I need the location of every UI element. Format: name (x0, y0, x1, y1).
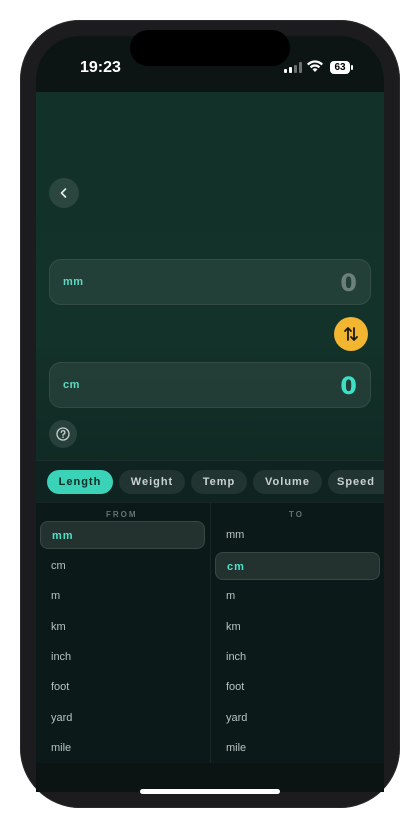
from-item-m[interactable]: m (40, 582, 205, 610)
to-item-mm[interactable]: mm (215, 521, 380, 549)
tab-weight[interactable]: Weight (119, 470, 185, 494)
from-item-cm[interactable]: cm (40, 552, 205, 580)
to-item-cm[interactable]: cm (215, 552, 380, 580)
category-tabs: Length Weight Temp Volume Speed (36, 460, 384, 503)
bottom-safe-area (36, 763, 384, 792)
swap-arrows-icon (344, 327, 358, 341)
to-item-foot[interactable]: foot (215, 673, 380, 701)
from-item-mm[interactable]: mm (40, 521, 205, 549)
cellular-signal-icon (284, 62, 302, 73)
from-item-km[interactable]: km (40, 613, 205, 641)
tab-speed[interactable]: Speed (328, 470, 384, 494)
from-value-field[interactable]: mm 0 (49, 259, 371, 305)
to-column-header: TO (289, 510, 304, 519)
help-button[interactable] (49, 420, 77, 448)
to-item-inch[interactable]: inch (215, 643, 380, 671)
home-indicator[interactable] (140, 789, 280, 794)
to-item-km[interactable]: km (215, 613, 380, 641)
column-divider (210, 503, 211, 764)
chevron-left-icon (60, 188, 67, 198)
to-item-mile[interactable]: mile (215, 734, 380, 762)
back-button[interactable] (49, 178, 79, 208)
tab-length[interactable]: Length (47, 470, 113, 494)
unit-lists: FROM TO mm cm m km inch foot yard mile m… (36, 502, 384, 764)
from-item-mile[interactable]: mile (40, 734, 205, 762)
to-value-field: cm 0 (49, 362, 371, 408)
from-item-yard[interactable]: yard (40, 704, 205, 732)
to-unit-label: cm (63, 379, 80, 391)
status-time: 19:23 (80, 59, 121, 76)
from-unit-label: mm (63, 276, 84, 288)
to-value: 0 (340, 372, 357, 400)
battery-tip (351, 65, 353, 70)
from-item-inch[interactable]: inch (40, 643, 205, 671)
tab-temp[interactable]: Temp (191, 470, 247, 494)
from-value[interactable]: 0 (340, 269, 357, 297)
battery-icon: 63 (330, 61, 350, 74)
wifi-icon (307, 60, 323, 72)
to-item-yard[interactable]: yard (215, 704, 380, 732)
dynamic-island (130, 30, 290, 66)
swap-units-button[interactable] (334, 317, 368, 351)
tab-volume[interactable]: Volume (253, 470, 322, 494)
to-item-m[interactable]: m (215, 582, 380, 610)
from-item-foot[interactable]: foot (40, 673, 205, 701)
question-mark-icon (56, 427, 70, 441)
from-column-header: FROM (106, 510, 138, 519)
